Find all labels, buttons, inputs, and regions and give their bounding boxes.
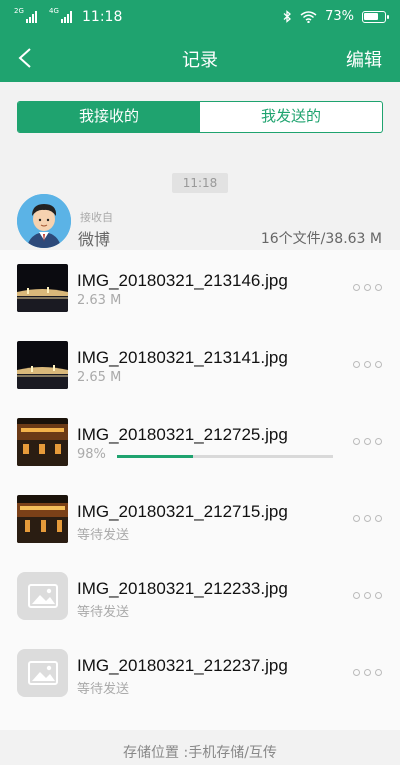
more-options-icon[interactable] (353, 284, 382, 291)
progress-fill (117, 455, 193, 458)
bluetooth-icon (283, 10, 292, 23)
file-name: IMG_20180321_212233.jpg (77, 579, 288, 598)
transfer-percent: 98% (77, 447, 106, 462)
file-name: IMG_20180321_212237.jpg (77, 656, 288, 675)
list-item[interactable]: IMG_20180321_212715.jpg 等待发送 (0, 481, 400, 558)
file-name: IMG_20180321_213141.jpg (77, 348, 288, 367)
thumbnail-image (17, 341, 68, 389)
sim1-tag: 2G (14, 7, 24, 15)
edit-button[interactable]: 编辑 (346, 46, 382, 72)
file-size: 2.63 M (77, 293, 122, 308)
wifi-icon (300, 10, 317, 23)
tab-sent[interactable]: 我发送的 (200, 102, 382, 132)
file-summary: 16个文件/38.63 M (260, 231, 382, 247)
battery-percent: 73% (325, 9, 354, 24)
sender-subtitle: 接收自 (80, 211, 113, 224)
thumbnail-image (17, 495, 68, 543)
list-item[interactable]: IMG_20180321_213141.jpg 2.65 M (0, 327, 400, 404)
list-item[interactable]: IMG_20180321_212725.jpg 98% (0, 404, 400, 481)
user-avatar-icon (17, 194, 71, 248)
status-right: 73% (283, 9, 389, 24)
sim2-tag: 4G (49, 7, 59, 15)
file-status: 等待发送 (77, 682, 130, 697)
battery-icon (362, 10, 389, 23)
signal-icon: 2G (14, 7, 37, 23)
sender-name: 微博 (78, 230, 111, 249)
list-item[interactable]: IMG_20180321_213146.jpg 2.63 M (0, 250, 400, 327)
more-options-icon[interactable] (353, 438, 382, 445)
file-name: IMG_20180321_213146.jpg (77, 271, 288, 290)
signal-icon: 4G (49, 7, 72, 23)
tab-received[interactable]: 我接收的 (18, 102, 200, 132)
sender-header: 接收自 微博 16个文件/38.63 M (0, 194, 400, 250)
segmented-tabs: 我接收的 我发送的 (17, 101, 383, 133)
status-bar: 2G 4G 11:18 73% (0, 0, 400, 34)
status-time: 11:18 (82, 9, 123, 25)
transfer-progress-bar (117, 455, 333, 458)
more-options-icon[interactable] (353, 592, 382, 599)
signal-group: 2G 4G 11:18 (14, 7, 123, 25)
list-item[interactable]: IMG_20180321_212233.jpg 等待发送 (0, 558, 400, 635)
file-name: IMG_20180321_212715.jpg (77, 502, 288, 521)
more-options-icon[interactable] (353, 515, 382, 522)
list-item[interactable]: IMG_20180321_212237.jpg 等待发送 (0, 635, 400, 712)
file-size: 2.65 M (77, 370, 122, 385)
image-placeholder-icon (17, 649, 68, 697)
more-options-icon[interactable] (353, 361, 382, 368)
file-name: IMG_20180321_212725.jpg (77, 425, 288, 444)
avatar (17, 194, 71, 248)
storage-location: 存储位置 :手机存储/互传 (123, 745, 277, 761)
app-bar: 记录 编辑 (0, 34, 400, 82)
file-status: 等待发送 (77, 528, 130, 543)
image-placeholder-icon (17, 572, 68, 620)
thumbnail-image (17, 418, 68, 466)
time-chip: 11:18 (172, 173, 228, 193)
battery-level (364, 12, 378, 20)
page-title: 记录 (182, 50, 218, 71)
more-options-icon[interactable] (353, 669, 382, 676)
thumbnail-image (17, 264, 68, 312)
file-status: 等待发送 (77, 605, 130, 620)
file-list: IMG_20180321_213146.jpg 2.63 M IMG_20180… (0, 250, 400, 730)
